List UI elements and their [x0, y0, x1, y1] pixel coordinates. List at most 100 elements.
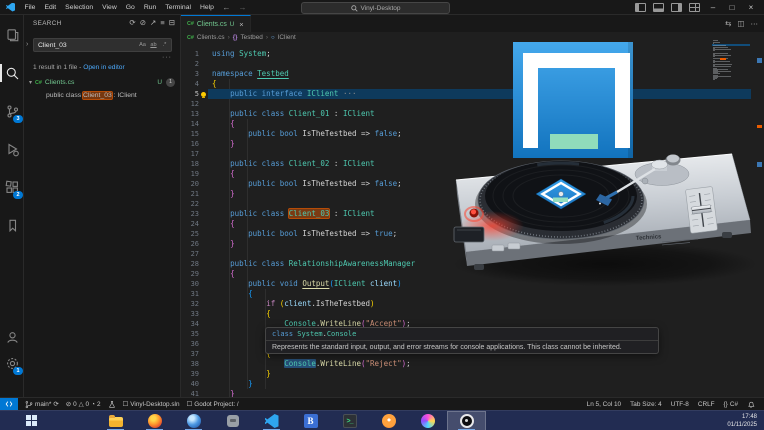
- start-button[interactable]: [26, 415, 38, 427]
- sidebar-item-source-control[interactable]: 3: [2, 101, 22, 121]
- line-number[interactable]: 18: [181, 159, 200, 169]
- toggle-replace-chevron[interactable]: ›: [26, 41, 28, 48]
- toggle-secondary-sidebar-icon[interactable]: [671, 3, 682, 12]
- sidebar-item-run-debug[interactable]: [2, 139, 22, 159]
- line-number[interactable]: 37: [181, 349, 200, 359]
- tab-clients-cs[interactable]: C# Clients.cs U ×: [181, 15, 251, 32]
- solution-indicator[interactable]: ☐ Vinyl-Desktop.sln: [123, 400, 180, 408]
- line-number[interactable]: 26: [181, 239, 200, 249]
- line-number[interactable]: 13: [181, 109, 200, 119]
- test-beaker-indicator[interactable]: [108, 400, 116, 409]
- search-result-line[interactable]: public class Client_03 : IClient: [24, 89, 181, 101]
- tab-size-indicator[interactable]: Tab Size: 4: [630, 401, 662, 408]
- code-text[interactable]: }: [208, 369, 751, 379]
- taskbar-blue-globe-app[interactable]: [174, 411, 213, 430]
- line-number[interactable]: 39: [181, 369, 200, 379]
- sidebar-item-bookmarks[interactable]: [2, 215, 22, 235]
- menu-run[interactable]: Run: [139, 4, 160, 11]
- code-text[interactable]: }: [208, 389, 751, 397]
- line-number[interactable]: 40: [181, 379, 200, 389]
- nav-back-button[interactable]: ←: [218, 3, 234, 12]
- line-number[interactable]: 38: [181, 359, 200, 369]
- menu-selection[interactable]: Selection: [61, 4, 98, 11]
- line-number[interactable]: 36: [181, 339, 200, 349]
- taskbar-blender[interactable]: [369, 411, 408, 430]
- menu-edit[interactable]: Edit: [40, 4, 61, 11]
- lightbulb-icon[interactable]: [201, 92, 206, 97]
- taskbar-terminal[interactable]: >_: [330, 411, 369, 430]
- menu-go[interactable]: Go: [121, 4, 139, 11]
- line-number[interactable]: 14: [181, 119, 200, 129]
- maximize-button[interactable]: □: [726, 3, 738, 12]
- line-number[interactable]: 19: [181, 169, 200, 179]
- search-result-file[interactable]: ▾ C# Clients.cs U 1: [24, 76, 181, 89]
- line-number[interactable]: 15: [181, 129, 200, 139]
- line-number[interactable]: 3: [181, 69, 200, 79]
- code-text[interactable]: Console.WriteLine("Reject");: [208, 359, 751, 369]
- refresh-button[interactable]: ⟳: [129, 18, 135, 27]
- line-number[interactable]: 23: [181, 209, 200, 219]
- menu-view[interactable]: View: [98, 4, 122, 11]
- line-number[interactable]: 29: [181, 269, 200, 279]
- taskbar-vinyl-desktop-app[interactable]: [447, 411, 486, 430]
- cursor-position[interactable]: Ln 5, Col 10: [587, 401, 621, 408]
- customize-layout-icon[interactable]: [689, 3, 700, 12]
- close-button[interactable]: ×: [745, 3, 757, 12]
- line-number[interactable]: 24: [181, 219, 200, 229]
- line-number[interactable]: 17: [181, 149, 200, 159]
- menu-file[interactable]: File: [20, 4, 40, 11]
- sidebar-item-explorer[interactable]: [2, 25, 22, 45]
- open-in-editor-link[interactable]: Open in editor: [83, 64, 124, 71]
- line-number[interactable]: 28: [181, 259, 200, 269]
- line-number[interactable]: 25: [181, 229, 200, 239]
- code-text[interactable]: if (client.IsTheTestbed): [208, 299, 751, 309]
- problems-indicator[interactable]: ⊘0 △0 ◔2: [66, 400, 101, 408]
- taskbar-vscode[interactable]: [252, 411, 291, 430]
- match-case-toggle[interactable]: Aa: [138, 41, 147, 50]
- breadcrumb-namespace[interactable]: Testbed: [240, 34, 262, 41]
- taskbar-file-explorer[interactable]: [96, 411, 135, 430]
- toggle-panel-icon[interactable]: [653, 3, 664, 12]
- line-number[interactable]: 20: [181, 179, 200, 189]
- line-number[interactable]: 41: [181, 389, 200, 397]
- regex-toggle[interactable]: .*: [160, 41, 169, 50]
- line-number[interactable]: 34: [181, 319, 200, 329]
- settings-button[interactable]: 1: [2, 353, 22, 373]
- breadcrumb-file[interactable]: Clients.cs: [197, 34, 225, 41]
- menu-help[interactable]: Help: [195, 4, 218, 11]
- vinyl-desktop-app-window[interactable]: Technics: [440, 28, 764, 290]
- clear-results-button[interactable]: ⊘: [140, 18, 146, 27]
- line-number[interactable]: 2: [181, 59, 200, 69]
- code-text[interactable]: {: [208, 309, 751, 319]
- taskbar-letter-b-app[interactable]: B: [291, 411, 330, 430]
- branch-indicator[interactable]: main* ⟳: [25, 400, 59, 409]
- line-number[interactable]: 32: [181, 299, 200, 309]
- line-number[interactable]: 1: [181, 49, 200, 59]
- code-text[interactable]: {: [208, 289, 751, 299]
- breadcrumb-symbol[interactable]: IClient: [278, 34, 296, 41]
- taskbar-gray-utility-app[interactable]: [213, 411, 252, 430]
- taskbar-firefox[interactable]: [135, 411, 174, 430]
- whole-word-toggle[interactable]: ab: [149, 41, 158, 50]
- collapse-all-button[interactable]: ⊟: [169, 18, 175, 27]
- tab-close-icon[interactable]: ×: [239, 20, 243, 29]
- more-actions-icon[interactable]: ⋯: [751, 19, 759, 28]
- remote-indicator[interactable]: [0, 398, 18, 410]
- line-number[interactable]: 27: [181, 249, 200, 259]
- line-number[interactable]: 5: [181, 89, 200, 99]
- line-number[interactable]: 12: [181, 99, 200, 109]
- open-changes-icon[interactable]: ⇆: [725, 19, 731, 28]
- nav-forward-button[interactable]: →: [234, 3, 250, 12]
- encoding-indicator[interactable]: UTF-8: [671, 401, 689, 408]
- line-number[interactable]: 33: [181, 309, 200, 319]
- minimize-button[interactable]: –: [707, 3, 719, 12]
- taskbar-clock[interactable]: 17:48 01/11/2025: [727, 414, 757, 429]
- language-indicator[interactable]: {}C#: [724, 401, 738, 408]
- line-number[interactable]: 35: [181, 329, 200, 339]
- open-new-search-editor-button[interactable]: ↗: [150, 18, 156, 27]
- line-number[interactable]: 21: [181, 189, 200, 199]
- split-editor-icon[interactable]: ◫: [737, 19, 744, 28]
- line-number[interactable]: 22: [181, 199, 200, 209]
- line-number[interactable]: 30: [181, 279, 200, 289]
- view-as-list-button[interactable]: ≡: [160, 18, 164, 27]
